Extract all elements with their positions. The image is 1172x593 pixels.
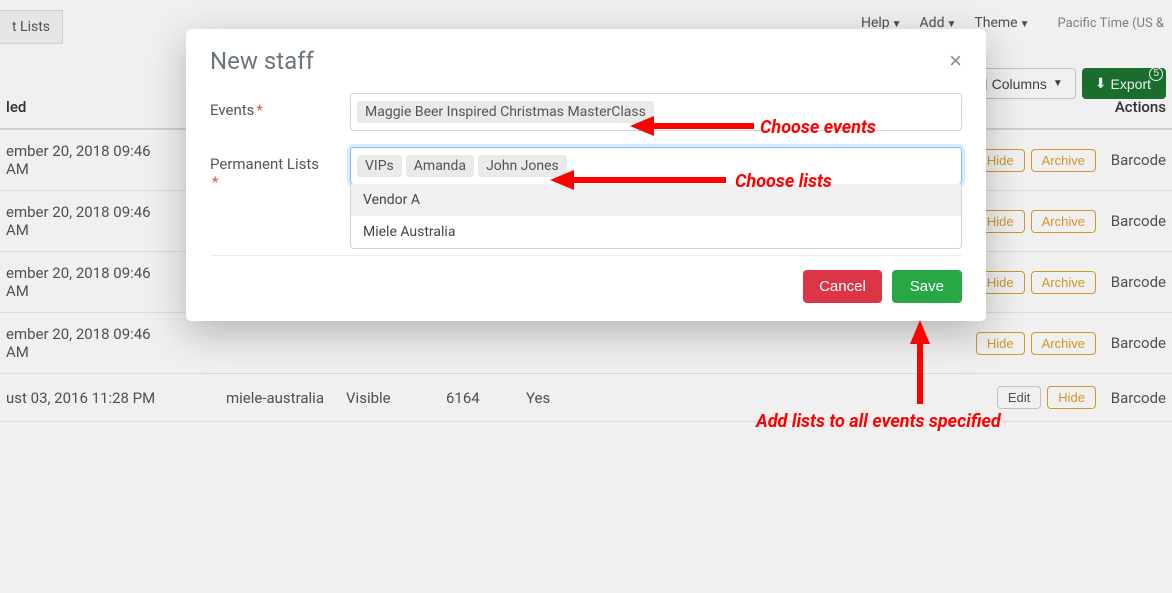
event-tag[interactable]: Maggie Beer Inspired Christmas MasterCla…	[357, 101, 654, 123]
dropdown-option[interactable]: Miele Australia	[351, 216, 961, 248]
cancel-button[interactable]: Cancel	[803, 270, 882, 303]
annotation-choose-events: Choose events	[760, 117, 876, 138]
modal-title: New staff	[210, 47, 314, 75]
permanent-lists-input[interactable]: VIPs Amanda John Jones	[350, 147, 962, 185]
dropdown-option[interactable]: Vendor A	[351, 184, 961, 216]
permanent-lists-label: Permanent Lists*	[210, 147, 350, 191]
save-button[interactable]: Save	[892, 270, 962, 303]
close-icon[interactable]: ×	[949, 48, 962, 74]
new-staff-modal: New staff × Events* Maggie Beer Inspired…	[186, 29, 986, 321]
list-tag[interactable]: VIPs	[357, 155, 402, 177]
annotation-choose-lists: Choose lists	[735, 171, 832, 192]
list-tag[interactable]: John Jones	[478, 155, 567, 177]
list-tag[interactable]: Amanda	[406, 155, 474, 177]
annotation-add-lists: Add lists to all events specified	[756, 411, 1001, 432]
lists-dropdown: Vendor A Miele Australia	[350, 184, 962, 249]
events-label: Events*	[210, 93, 350, 119]
